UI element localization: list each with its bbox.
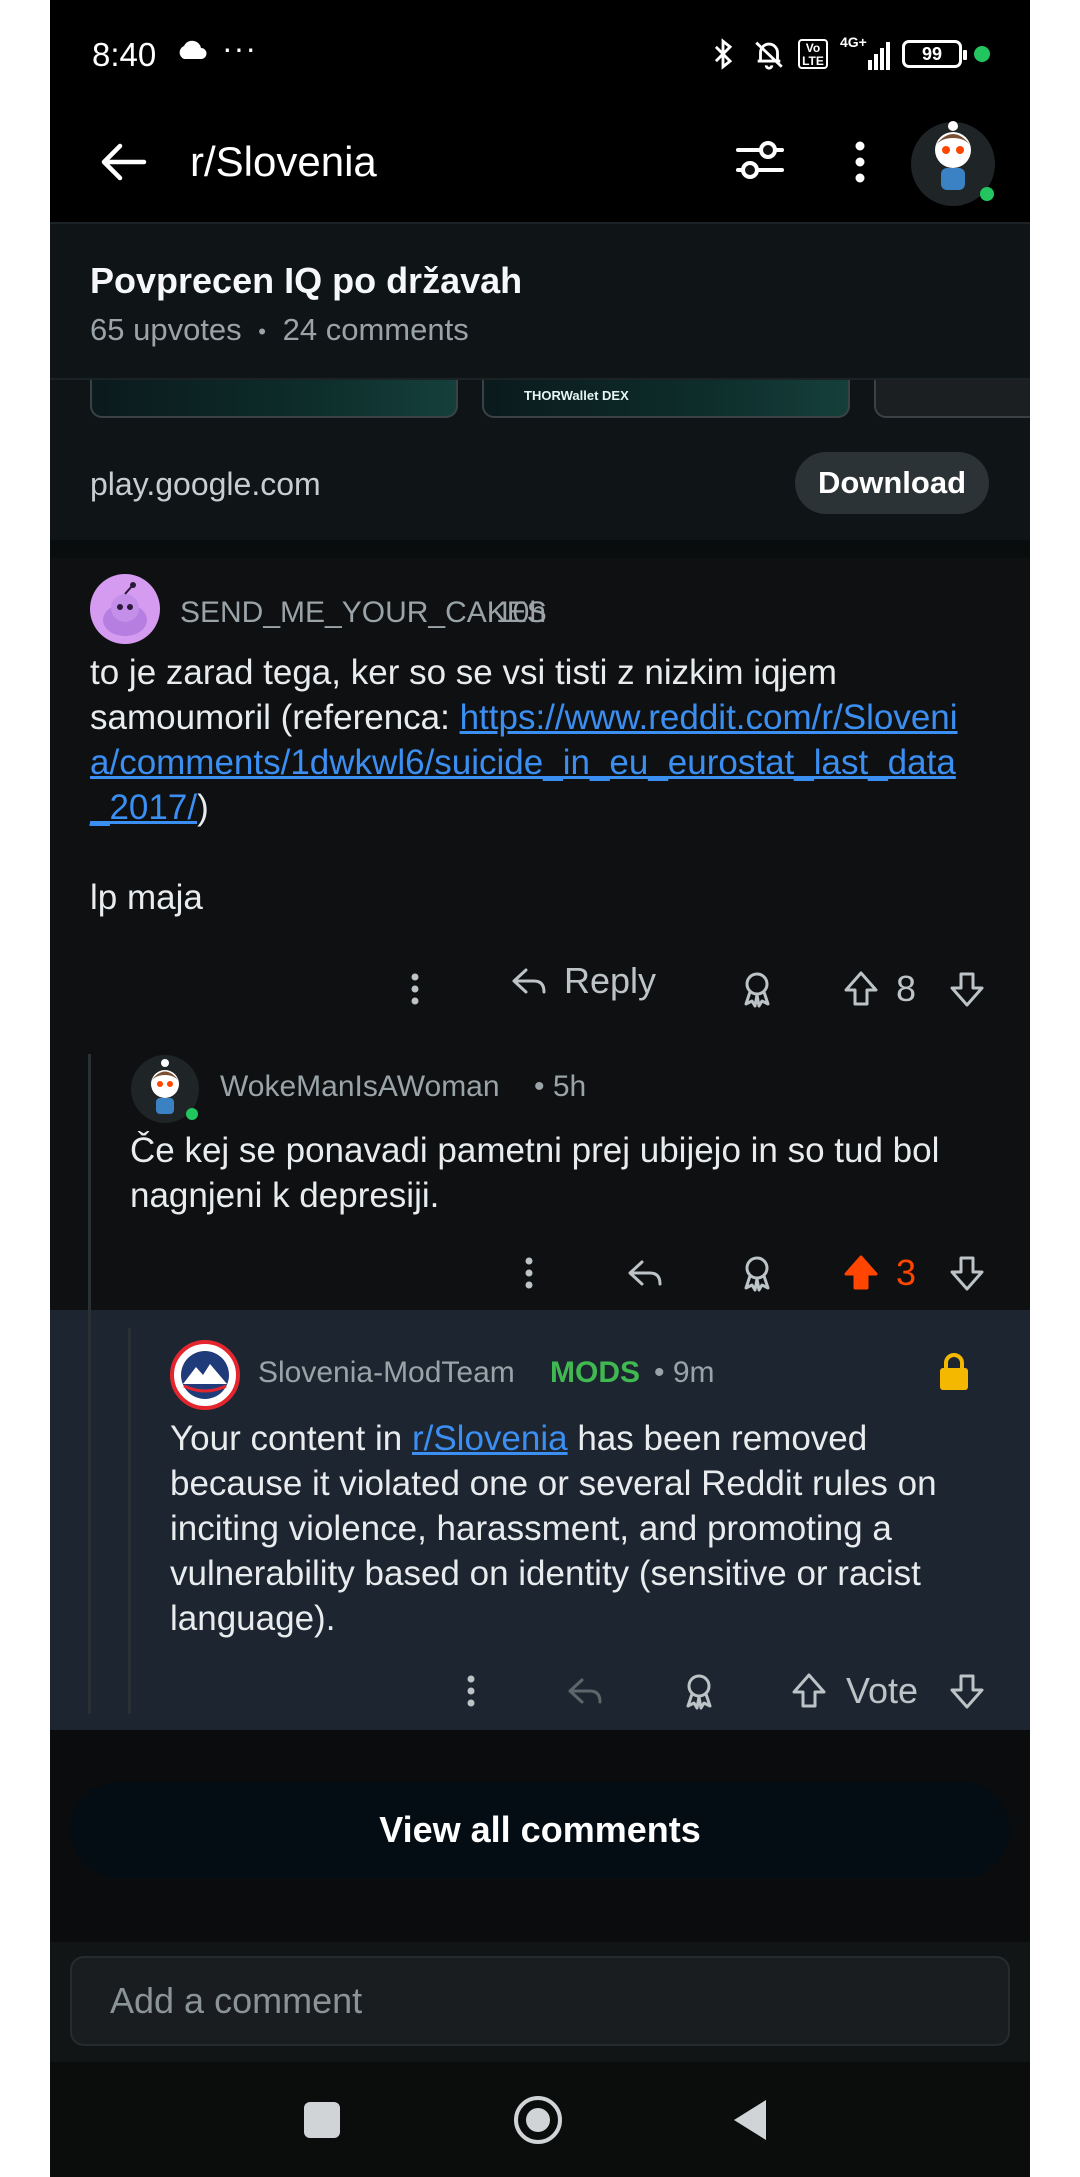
comment-more-icon[interactable] [394,968,436,1010]
status-bar: 8:40 ··· Vo LTE 4G+ 99 [50,0,1030,110]
network-type: 4G+ [840,34,867,50]
ad-domain: play.google.com [90,466,321,502]
comment-signoff: lp maja [90,878,203,917]
award-icon[interactable] [678,1670,720,1712]
subreddit-title[interactable]: r/Slovenia [190,138,377,186]
download-button[interactable]: Download [795,452,989,514]
reply-icon-disabled [568,1678,602,1704]
battery-icon: 99 [902,40,967,68]
comment-body: Your content in r/Slovenia has been remo… [170,1416,990,1641]
signal-icon: 4G+ [840,34,890,70]
post-upvotes: 65 upvotes [90,312,242,347]
thread-line-level2 [128,1328,131,1714]
ad-screenshot-3[interactable] [874,380,1030,418]
award-icon[interactable] [736,968,778,1010]
comment-author[interactable]: SEND_ME_YOUR_CAKES [180,596,547,630]
reply-icon[interactable] [624,1252,666,1294]
comment-author[interactable]: Slovenia-ModTeam [258,1356,515,1390]
ad-screenshot-2[interactable]: THORWallet DEX [482,380,850,418]
comment-text-end: ) [197,788,209,827]
user-avatar[interactable] [905,112,1001,208]
comment-avatar[interactable] [90,574,160,644]
mod-avatar[interactable] [170,1340,240,1410]
vote-score: 8 [896,968,917,1009]
comment-avatar[interactable] [130,1054,200,1124]
recents-icon[interactable] [302,2100,342,2140]
bluetooth-icon [714,38,733,70]
home-icon[interactable] [512,2094,564,2146]
comment-more-icon[interactable] [450,1670,492,1712]
add-comment-input[interactable] [70,1956,1010,2046]
status-time: 8:40 [92,36,157,73]
comment-body: Če kej se ponavadi pametni prej ubijejo … [130,1131,940,1215]
downvote-icon[interactable] [946,968,988,1010]
view-all-comments-button[interactable]: View all comments [70,1782,1010,1878]
comment-body: to je zarad tega, ker so se vsi tisti z … [90,650,970,920]
comment-age: • 5h [534,1070,587,1103]
phone-screen: 8:40 ··· Vo LTE 4G+ 99 r/Slovenia Povpre… [50,0,1030,2177]
comment-age: 10h [496,596,547,629]
subreddit-link[interactable]: r/Slovenia [412,1419,568,1458]
post-comment-count: 24 comments [282,312,469,347]
view-all-area: View all comments [50,1730,1030,1942]
ad-screenshot-label: THORWallet DEX [524,388,629,403]
downvote-icon[interactable] [946,1670,988,1712]
comment-more-icon[interactable] [508,1252,550,1294]
comment-author[interactable]: WokeManIsAWoman [220,1070,500,1104]
more-notifications-icon: ··· [222,30,257,66]
award-icon[interactable] [736,1252,778,1294]
comment-composer [50,1942,1030,2062]
mods-badge: MODS [550,1356,640,1389]
post-header[interactable]: Povprecen IQ po državah 65 upvotes • 24 … [50,222,1030,380]
section-divider [50,540,1030,558]
reply-label: Reply [564,960,657,1001]
meta-separator: • [258,318,266,344]
downvote-icon[interactable] [946,1252,988,1294]
comments-section: SEND_ME_YOUR_CAKES 10h to je zarad tega,… [50,558,1030,1730]
upvote-active-icon[interactable] [840,1252,882,1294]
ad-screenshot-1[interactable] [90,380,458,418]
bell-muted-icon [755,41,783,70]
thread-line-level1 [88,1310,91,1714]
comment-age: • 9m [654,1356,715,1389]
snoo-avatar-icon [103,582,147,636]
system-navigation-bar [50,2062,1030,2177]
promoted-app-ad[interactable]: THORWallet DEX play.google.com Download [50,380,1030,540]
volte-icon: Vo LTE [798,39,828,69]
vote-score-upvoted: 3 [896,1252,917,1293]
comment-text: Your content in [170,1419,412,1458]
sort-filter-icon[interactable] [730,130,790,190]
upvote-icon[interactable] [788,1670,830,1712]
privacy-indicator-dot [974,46,990,62]
post-meta: 65 upvotes • 24 comments [90,312,469,348]
cloud-icon [179,40,207,59]
upvote-icon[interactable] [840,968,882,1010]
reply-button[interactable]: Reply [508,960,656,1002]
lock-icon [940,1353,968,1390]
post-title: Povprecen IQ po državah [90,260,523,301]
back-nav-icon[interactable] [730,2098,770,2142]
vote-label: Vote [846,1670,919,1711]
more-options-icon[interactable] [840,132,880,192]
reply-icon [512,968,546,994]
back-arrow-icon[interactable] [94,132,154,192]
top-app-bar: r/Slovenia [50,110,1030,222]
status-icons: Vo LTE 4G+ 99 [706,34,990,74]
